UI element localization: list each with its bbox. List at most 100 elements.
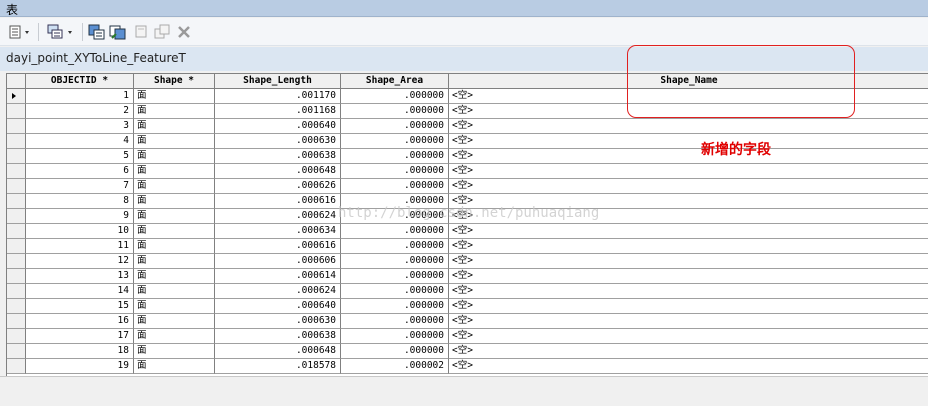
cell-shape-name[interactable]: <空> xyxy=(449,134,928,149)
cell-shape-length[interactable]: .000630 xyxy=(215,134,341,149)
cell-shape-name[interactable]: <空> xyxy=(449,284,928,299)
row-selector[interactable] xyxy=(7,104,26,119)
cell-objectid[interactable]: 11 xyxy=(26,239,134,254)
cell-objectid[interactable]: 4 xyxy=(26,134,134,149)
cell-shape-length[interactable]: .000616 xyxy=(215,194,341,209)
row-selector[interactable] xyxy=(7,134,26,149)
row-selector[interactable] xyxy=(7,224,26,239)
cell-shape-area[interactable]: .000000 xyxy=(341,164,449,179)
cell-shape-area[interactable]: .000000 xyxy=(341,329,449,344)
cell-shape-length[interactable]: .001170 xyxy=(215,89,341,104)
row-selector[interactable] xyxy=(7,119,26,134)
cell-shape-area[interactable]: .000000 xyxy=(341,254,449,269)
row-selector[interactable] xyxy=(7,194,26,209)
cell-shape-length[interactable]: .001168 xyxy=(215,104,341,119)
cell-shape[interactable]: 面 xyxy=(134,344,215,359)
column-header-objectid[interactable]: OBJECTID * xyxy=(26,74,134,89)
row-selector[interactable] xyxy=(7,149,26,164)
table-tab-name[interactable]: dayi_point_XYToLine_FeatureT xyxy=(6,51,186,65)
cell-shape-name[interactable]: <空> xyxy=(449,179,928,194)
cell-objectid[interactable]: 5 xyxy=(26,149,134,164)
cell-shape-length[interactable]: .000640 xyxy=(215,119,341,134)
cell-shape-length[interactable]: .000624 xyxy=(215,284,341,299)
cell-objectid[interactable]: 1 xyxy=(26,89,134,104)
switch-selection-icon[interactable] xyxy=(109,24,127,40)
table-row[interactable]: 4 面 .000630.000000 <空> xyxy=(7,134,928,149)
cell-objectid[interactable]: 18 xyxy=(26,344,134,359)
cell-shape-name[interactable]: <空> xyxy=(449,344,928,359)
table-row[interactable]: 15 面 .000640.000000 <空> xyxy=(7,299,928,314)
column-header-shape-area[interactable]: Shape_Area xyxy=(341,74,449,89)
cell-shape-area[interactable]: .000000 xyxy=(341,89,449,104)
row-selector[interactable] xyxy=(7,359,26,374)
cell-shape-area[interactable]: .000000 xyxy=(341,149,449,164)
table-row[interactable]: 13 面 .000614.000000 <空> xyxy=(7,269,928,284)
column-header-shape-length[interactable]: Shape_Length xyxy=(215,74,341,89)
cell-shape-length[interactable]: .000638 xyxy=(215,149,341,164)
table-row[interactable]: 12 面 .000606.000000 <空> xyxy=(7,254,928,269)
cell-shape-length[interactable]: .000606 xyxy=(215,254,341,269)
cell-shape[interactable]: 面 xyxy=(134,134,215,149)
cell-shape-length[interactable]: .000634 xyxy=(215,224,341,239)
cell-shape-area[interactable]: .000000 xyxy=(341,344,449,359)
cell-shape-length[interactable]: .000624 xyxy=(215,209,341,224)
table-row[interactable]: 5 面 .000638.000000 <空> xyxy=(7,149,928,164)
cell-shape-name[interactable]: <空> xyxy=(449,164,928,179)
delete-selected-icon[interactable] xyxy=(176,24,192,40)
cell-shape-area[interactable]: .000000 xyxy=(341,284,449,299)
cell-objectid[interactable]: 16 xyxy=(26,314,134,329)
table-row[interactable]: 6 面 .000648.000000 <空> xyxy=(7,164,928,179)
cell-shape[interactable]: 面 xyxy=(134,119,215,134)
table-row[interactable]: 11 面 .000616.000000 <空> xyxy=(7,239,928,254)
row-selector[interactable] xyxy=(7,344,26,359)
cell-shape[interactable]: 面 xyxy=(134,209,215,224)
cell-shape-name[interactable]: <空> xyxy=(449,299,928,314)
cell-shape-length[interactable]: .018578 xyxy=(215,359,341,374)
table-row[interactable]: 14 面 .000624.000000 <空> xyxy=(7,284,928,299)
select-by-attributes-icon[interactable] xyxy=(88,24,106,40)
table-row[interactable]: 18 面 .000648.000000 <空> xyxy=(7,344,928,359)
cell-shape-area[interactable]: .000002 xyxy=(341,359,449,374)
row-selector[interactable] xyxy=(7,314,26,329)
row-selector[interactable] xyxy=(7,269,26,284)
cell-shape[interactable]: 面 xyxy=(134,239,215,254)
cell-objectid[interactable]: 19 xyxy=(26,359,134,374)
cell-shape-name[interactable]: <空> xyxy=(449,359,928,374)
cell-shape[interactable]: 面 xyxy=(134,224,215,239)
cell-shape[interactable]: 面 xyxy=(134,194,215,209)
table-options-icon[interactable] xyxy=(8,24,32,40)
cell-shape[interactable]: 面 xyxy=(134,89,215,104)
cell-shape-area[interactable]: .000000 xyxy=(341,134,449,149)
row-selector[interactable] xyxy=(7,89,26,104)
cell-objectid[interactable]: 12 xyxy=(26,254,134,269)
cell-shape[interactable]: 面 xyxy=(134,329,215,344)
cell-shape[interactable]: 面 xyxy=(134,359,215,374)
cell-shape-name[interactable]: <空> xyxy=(449,119,928,134)
cell-shape[interactable]: 面 xyxy=(134,164,215,179)
cell-shape-area[interactable]: .000000 xyxy=(341,119,449,134)
cell-objectid[interactable]: 10 xyxy=(26,224,134,239)
cell-objectid[interactable]: 8 xyxy=(26,194,134,209)
cell-shape[interactable]: 面 xyxy=(134,269,215,284)
cell-shape-length[interactable]: .000626 xyxy=(215,179,341,194)
row-selector-header[interactable] xyxy=(7,74,26,89)
cell-shape-length[interactable]: .000630 xyxy=(215,314,341,329)
cell-objectid[interactable]: 13 xyxy=(26,269,134,284)
cell-shape[interactable]: 面 xyxy=(134,299,215,314)
table-row[interactable]: 16 面 .000630.000000 <空> xyxy=(7,314,928,329)
cell-objectid[interactable]: 14 xyxy=(26,284,134,299)
cell-shape[interactable]: 面 xyxy=(134,179,215,194)
cell-shape[interactable]: 面 xyxy=(134,314,215,329)
cell-shape-area[interactable]: .000000 xyxy=(341,179,449,194)
cell-objectid[interactable]: 6 xyxy=(26,164,134,179)
row-selector[interactable] xyxy=(7,179,26,194)
cell-shape[interactable]: 面 xyxy=(134,254,215,269)
table-row[interactable]: 19 面 .018578.000002 <空> xyxy=(7,359,928,374)
cell-shape-length[interactable]: .000648 xyxy=(215,164,341,179)
table-row[interactable]: 7 面 .000626.000000 <空> xyxy=(7,179,928,194)
cell-shape-area[interactable]: .000000 xyxy=(341,314,449,329)
cell-shape-name[interactable]: <空> xyxy=(449,224,928,239)
table-row[interactable]: 17 面 .000638.000000 <空> xyxy=(7,329,928,344)
cell-shape-name[interactable]: <空> xyxy=(449,329,928,344)
cell-objectid[interactable]: 7 xyxy=(26,179,134,194)
